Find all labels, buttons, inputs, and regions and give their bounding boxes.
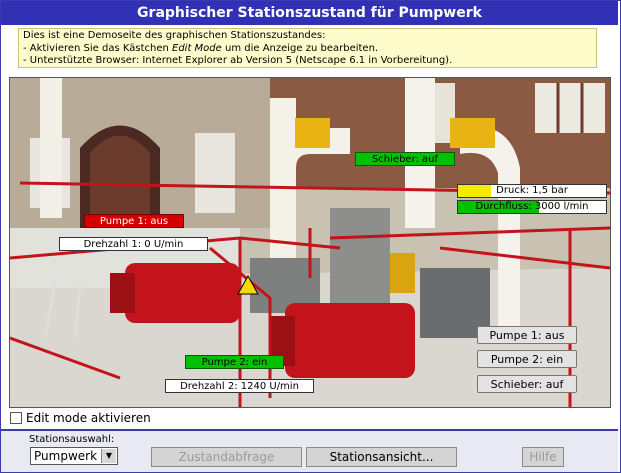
edit-mode-checkbox[interactable] (10, 412, 22, 424)
stationsansicht-button[interactable]: Stationsansicht... (306, 447, 457, 467)
flow-label: Durchfluss: 3000 l/min (475, 201, 589, 212)
zustandabfrage-button[interactable]: Zustandabfrage (151, 447, 302, 467)
info-line-2: - Aktivieren Sie das Kästchen Edit Mode … (23, 42, 379, 54)
station-photo: Schieber: auf Pumpe 1: aus Drehzahl 1: 0… (9, 77, 611, 408)
pumpe1-status-label: Pumpe 1: aus (84, 214, 184, 228)
info-line-3: - Unterstützte Browser: Internet Explore… (23, 55, 453, 66)
edit-mode-row[interactable]: Edit mode aktivieren (10, 410, 151, 426)
pressure-gauge: Druck: 1,5 bar (457, 184, 607, 198)
schieber-status-label: Schieber: auf (355, 152, 455, 166)
pumpe1-toggle-button[interactable]: Pumpe 1: aus (477, 326, 577, 344)
pressure-label: Druck: 1,5 bar (496, 185, 568, 196)
station-select-value[interactable]: Pumpwerk (34, 449, 97, 463)
info-box: Dies ist eine Demoseite des graphischen … (18, 28, 597, 68)
info-line-1: Dies ist eine Demoseite des graphischen … (23, 30, 326, 41)
page-title: Graphischer Stationszustand für Pumpwerk (1, 1, 618, 25)
schieber-toggle-button[interactable]: Schieber: auf (477, 375, 577, 393)
station-select[interactable]: Pumpwerk ▼ (30, 447, 118, 465)
edit-mode-label[interactable]: Edit mode aktivieren (26, 411, 151, 425)
chevron-down-icon[interactable]: ▼ (101, 449, 116, 463)
pumpe2-toggle-button[interactable]: Pumpe 2: ein (477, 350, 577, 368)
flow-gauge: Durchfluss: 3000 l/min (457, 200, 607, 214)
drehzahl2-label: Drehzahl 2: 1240 U/min (165, 379, 314, 393)
station-select-label: Stationsauswahl: (29, 434, 115, 445)
hilfe-button[interactable]: Hilfe (522, 447, 564, 467)
drehzahl1-label: Drehzahl 1: 0 U/min (59, 237, 208, 251)
pumpe2-status-label: Pumpe 2: ein (185, 355, 284, 369)
